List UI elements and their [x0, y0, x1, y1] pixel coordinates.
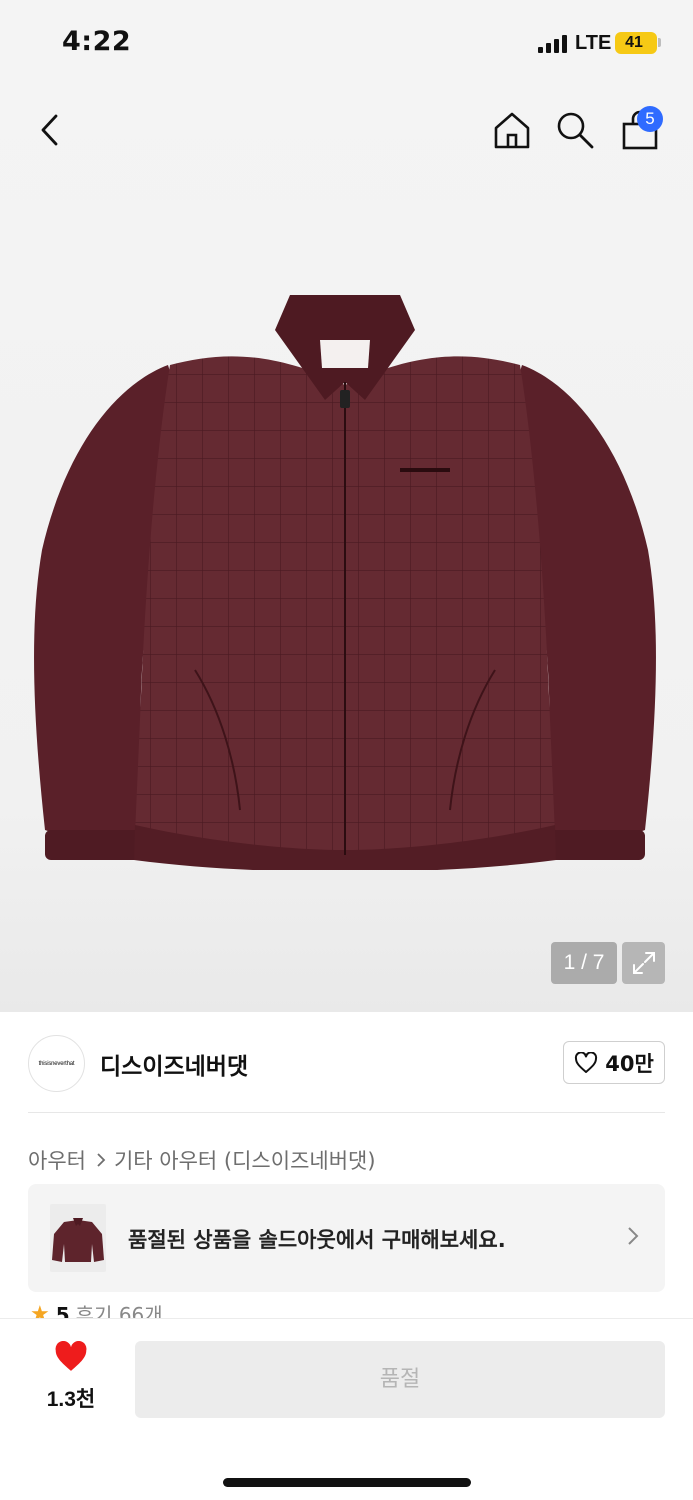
expand-button[interactable] [622, 942, 665, 984]
brand-like-button[interactable]: 40만 [563, 1041, 665, 1084]
home-button[interactable] [490, 108, 534, 152]
search-button[interactable] [553, 108, 597, 152]
bottom-action-bar: 1.3천 품절 [0, 1318, 693, 1500]
expand-icon [632, 952, 655, 974]
soldout-button[interactable]: 품절 [135, 1341, 665, 1418]
back-button[interactable] [28, 108, 72, 152]
brand-logo-text: thisisneverthat [38, 1060, 75, 1067]
battery-icon: 41 [615, 32, 657, 54]
home-icon [494, 112, 530, 149]
chevron-right-icon [96, 1152, 106, 1168]
product-image-gallery[interactable]: 4:22 LTE 41 5 1 / 7 [0, 0, 693, 1012]
signal-icon [538, 35, 570, 53]
wishlist-button[interactable]: 1.3천 [30, 1340, 112, 1411]
wishlist-count: 1.3천 [46, 1388, 96, 1411]
soldout-banner[interactable]: 품절된 상품을 솔드아웃에서 구매해보세요. [28, 1184, 665, 1292]
image-counter: 1 / 7 [551, 942, 617, 984]
chevron-right-icon [627, 1226, 639, 1250]
soldout-banner-text: 품절된 상품을 솔드아웃에서 구매해보세요. [128, 1228, 506, 1252]
battery-level: 41 [625, 34, 643, 51]
banner-thumbnail [50, 1204, 106, 1272]
home-indicator [223, 1478, 471, 1487]
status-time: 4:22 [62, 26, 132, 57]
brand-logo[interactable]: thisisneverthat [28, 1035, 85, 1092]
back-icon [41, 114, 58, 146]
battery-tip [658, 38, 661, 47]
brand-row: thisisneverthat 디스이즈네버댓 40만 [28, 1033, 665, 1093]
cart-count-badge: 5 [637, 106, 663, 132]
heart-filled-icon [55, 1340, 87, 1371]
network-type: LTE [575, 32, 612, 54]
brand-like-count: 40만 [605, 1051, 654, 1076]
divider [28, 1112, 665, 1113]
status-bar: 4:22 LTE 41 [0, 0, 693, 88]
breadcrumb: 아우터 기타 아우터 (디스이즈네버댓) [28, 1145, 376, 1175]
search-icon [557, 112, 594, 149]
breadcrumb-item-outer[interactable]: 아우터 [28, 1145, 86, 1175]
heart-outline-icon [575, 1051, 598, 1073]
product-image-jacket [34, 295, 656, 870]
breadcrumb-item-category[interactable]: 기타 아우터 (디스이즈네버댓) [114, 1145, 376, 1175]
brand-name[interactable]: 디스이즈네버댓 [100, 1047, 248, 1081]
